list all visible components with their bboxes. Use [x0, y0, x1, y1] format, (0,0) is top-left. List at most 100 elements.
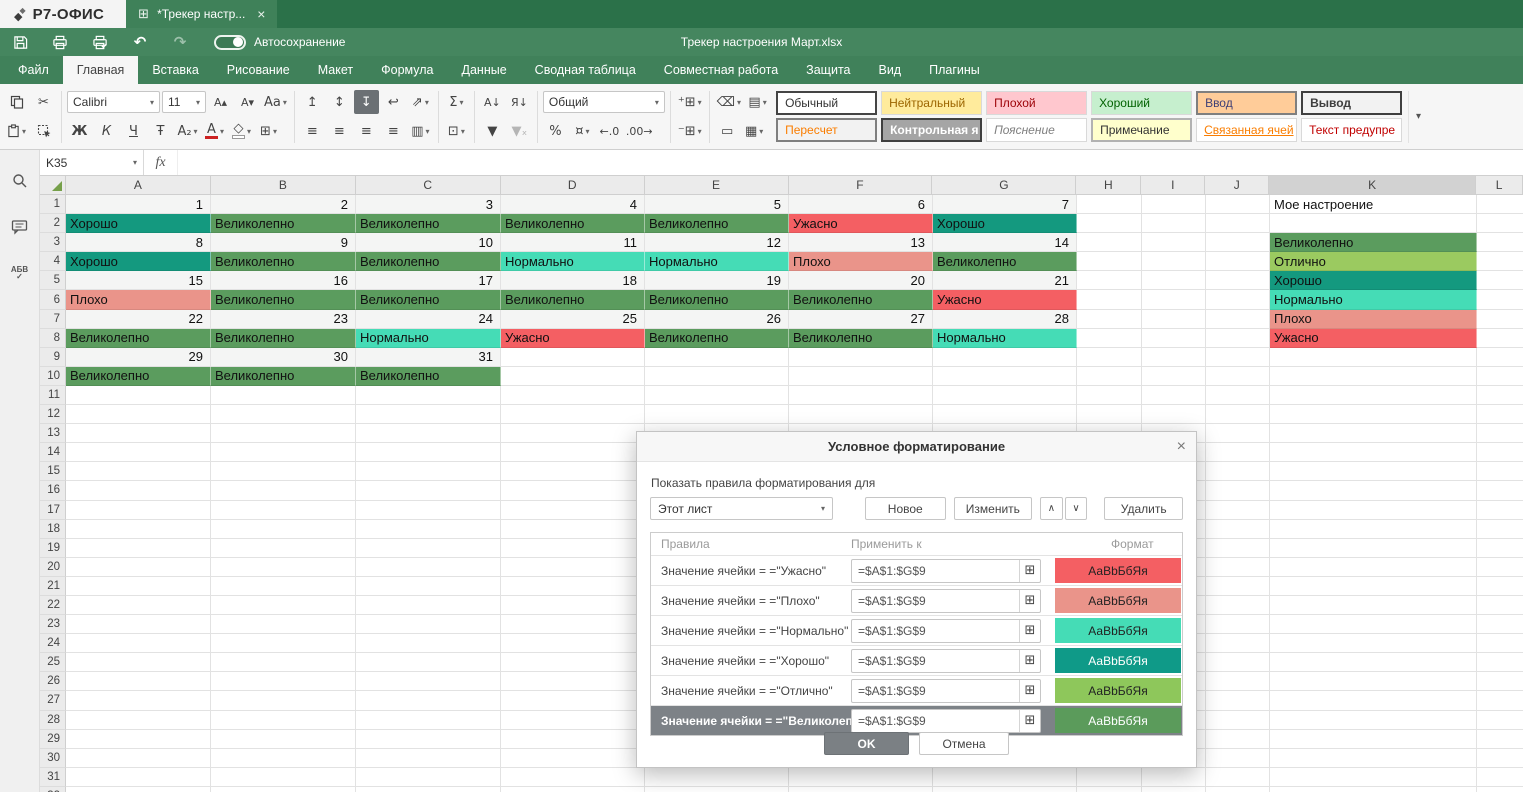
cell-A31[interactable]	[66, 768, 211, 787]
row-header-20[interactable]: 20	[40, 558, 66, 577]
cancel-button[interactable]: Отмена	[919, 732, 1009, 755]
cell-K15[interactable]	[1270, 462, 1477, 481]
row-header-26[interactable]: 26	[40, 672, 66, 691]
row-header-3[interactable]: 3	[40, 233, 66, 252]
cell-H3[interactable]	[1077, 233, 1142, 252]
row-header-2[interactable]: 2	[40, 214, 66, 233]
cell-A3[interactable]: 8	[66, 233, 211, 252]
row-header-10[interactable]: 10	[40, 367, 66, 386]
cell-K26[interactable]	[1270, 672, 1477, 691]
cell-A21[interactable]	[66, 577, 211, 596]
cell-L15[interactable]	[1477, 462, 1523, 481]
align-top-button[interactable]: ↥	[300, 90, 325, 114]
cell-L20[interactable]	[1477, 558, 1523, 577]
cell-G32[interactable]	[933, 787, 1077, 792]
cell-F5[interactable]: 20	[789, 271, 933, 290]
cell-style-Пояснение[interactable]: Пояснение	[986, 118, 1087, 142]
move-rule-down-button[interactable]: ∨	[1065, 497, 1088, 520]
column-header-J[interactable]: J	[1205, 176, 1269, 195]
cell-K32[interactable]	[1270, 787, 1477, 792]
cell-D29[interactable]	[501, 730, 645, 749]
cell-C12[interactable]	[356, 405, 501, 424]
cell-L32[interactable]	[1477, 787, 1523, 792]
cell-A25[interactable]	[66, 653, 211, 672]
cell-J22[interactable]	[1206, 596, 1270, 615]
print-button[interactable]	[40, 28, 80, 56]
cell-H8[interactable]	[1077, 329, 1142, 348]
cell-A9[interactable]: 29	[66, 348, 211, 367]
redo-button[interactable]: ↷	[160, 28, 200, 56]
cell-C30[interactable]	[356, 749, 501, 768]
cell-J25[interactable]	[1206, 653, 1270, 672]
cell-F4[interactable]: Плохо	[789, 252, 933, 271]
cell-K29[interactable]	[1270, 730, 1477, 749]
cell-C26[interactable]	[356, 672, 501, 691]
cell-B29[interactable]	[211, 730, 356, 749]
cell-A19[interactable]	[66, 539, 211, 558]
align-bottom-button[interactable]: ↧	[354, 90, 379, 114]
cell-K28[interactable]	[1270, 711, 1477, 730]
row-header-18[interactable]: 18	[40, 520, 66, 539]
quick-print-button[interactable]	[80, 28, 120, 56]
cell-J12[interactable]	[1206, 405, 1270, 424]
cell-C18[interactable]	[356, 520, 501, 539]
row-header-12[interactable]: 12	[40, 405, 66, 424]
cell-J16[interactable]	[1206, 481, 1270, 500]
cell-J3[interactable]	[1206, 233, 1270, 252]
document-tab[interactable]: ⊞ *Трекер настр... ×	[126, 0, 277, 28]
cell-L28[interactable]	[1477, 711, 1523, 730]
column-header-B[interactable]: B	[211, 176, 356, 195]
cell-B8[interactable]: Великолепно	[211, 329, 356, 348]
styles-gallery-more-button[interactable]: ▾	[1408, 91, 1428, 143]
cell-E5[interactable]: 19	[645, 271, 789, 290]
cell-F9[interactable]	[789, 348, 933, 367]
spellcheck-icon[interactable]: АБВ✓	[9, 262, 31, 284]
cell-L23[interactable]	[1477, 615, 1523, 634]
cell-A4[interactable]: Хорошо	[66, 252, 211, 271]
cell-K8[interactable]: Ужасно	[1270, 329, 1477, 348]
cell-B6[interactable]: Великолепно	[211, 290, 356, 309]
cell-A6[interactable]: Плохо	[66, 290, 211, 309]
cell-C5[interactable]: 17	[356, 271, 501, 290]
cell-D26[interactable]	[501, 672, 645, 691]
cell-J28[interactable]	[1206, 711, 1270, 730]
save-button[interactable]	[0, 28, 40, 56]
cell-C32[interactable]	[356, 787, 501, 792]
increase-font-button[interactable]: A▴	[208, 90, 233, 114]
cell-K27[interactable]	[1270, 691, 1477, 710]
subscript-button[interactable]: A₂▾	[175, 119, 200, 143]
cell-I31[interactable]	[1142, 768, 1206, 787]
cell-B17[interactable]	[211, 501, 356, 520]
cell-G9[interactable]	[933, 348, 1077, 367]
cell-C7[interactable]: 24	[356, 310, 501, 329]
cell-H7[interactable]	[1077, 310, 1142, 329]
ribbon-tab-Файл[interactable]: Файл	[4, 56, 63, 84]
new-rule-button[interactable]: Новое	[865, 497, 946, 520]
cell-J14[interactable]	[1206, 443, 1270, 462]
cell-K22[interactable]	[1270, 596, 1477, 615]
cell-D8[interactable]: Ужасно	[501, 329, 645, 348]
ribbon-tab-Главная[interactable]: Главная	[63, 56, 139, 84]
cell-C21[interactable]	[356, 577, 501, 596]
cell-B24[interactable]	[211, 634, 356, 653]
cell-L9[interactable]	[1477, 348, 1523, 367]
cell-L17[interactable]	[1477, 501, 1523, 520]
column-header-C[interactable]: C	[356, 176, 501, 195]
rules-scope-select[interactable]: Этот лист▾	[650, 497, 833, 520]
search-icon[interactable]	[9, 170, 31, 192]
ribbon-tab-Вставка[interactable]: Вставка	[138, 56, 212, 84]
cell-B11[interactable]	[211, 386, 356, 405]
cell-B28[interactable]	[211, 711, 356, 730]
cell-I8[interactable]	[1142, 329, 1206, 348]
cell-style-Пересчет[interactable]: Пересчет	[776, 118, 877, 142]
cell-G8[interactable]: Нормально	[933, 329, 1077, 348]
cell-D30[interactable]	[501, 749, 645, 768]
cell-B10[interactable]: Великолепно	[211, 367, 356, 386]
cell-C29[interactable]	[356, 730, 501, 749]
rule-row[interactable]: Значение ячейки = ="Нормально"⊞АаВbБбЯя	[651, 615, 1182, 645]
cell-G2[interactable]: Хорошо	[933, 214, 1077, 233]
cell-B2[interactable]: Великолепно	[211, 214, 356, 233]
row-header-19[interactable]: 19	[40, 539, 66, 558]
cell-F6[interactable]: Великолепно	[789, 290, 933, 309]
row-header-9[interactable]: 9	[40, 348, 66, 367]
